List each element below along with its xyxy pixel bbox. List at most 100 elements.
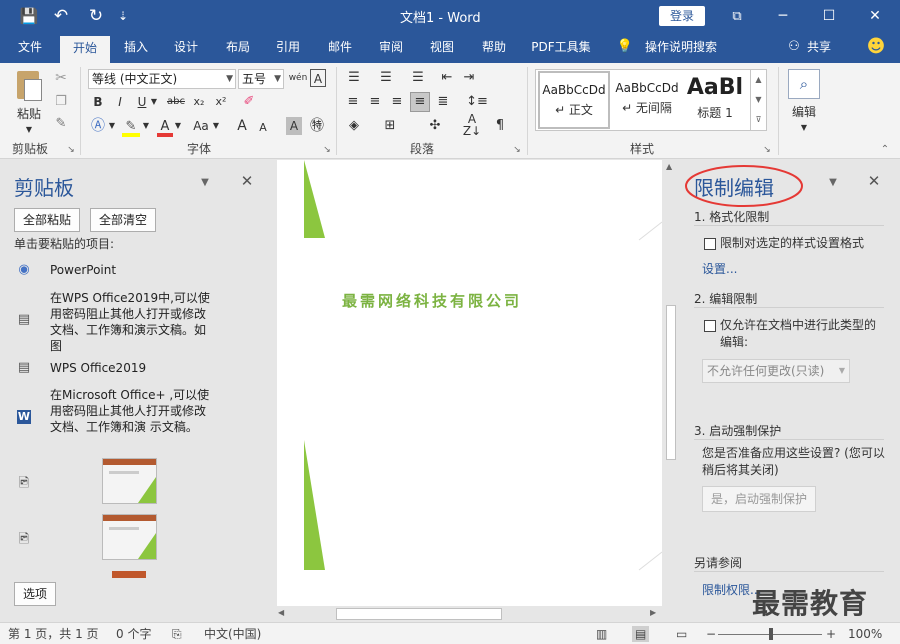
bullets-icon[interactable]: ☰ (344, 69, 364, 87)
tab-design[interactable]: 设计 (166, 33, 206, 63)
font-color-dropdown-icon[interactable]: ▼ (174, 117, 182, 135)
copy-icon[interactable]: ❐ (52, 93, 70, 111)
align-right-icon[interactable]: ≡ (388, 93, 406, 111)
editing-restriction-checkbox[interactable] (704, 320, 716, 332)
paste-all-button[interactable]: 全部粘贴 (14, 208, 80, 232)
tab-insert[interactable]: 插入 (116, 33, 156, 63)
clipboard-image-thumbnail[interactable] (102, 458, 157, 504)
paste-dropdown-icon[interactable]: ▼ (24, 121, 34, 139)
styles-scroll[interactable]: ▲ ▼ ⊽ (750, 70, 766, 130)
align-left-icon[interactable]: ≡ (344, 93, 362, 111)
word-count[interactable]: 0 个字 (116, 626, 151, 642)
shading-icon[interactable]: ◈ (344, 117, 364, 135)
language-indicator[interactable]: 中文(中国) (204, 626, 261, 642)
restrict-pane-close-icon[interactable]: ✕ (866, 172, 882, 190)
undo-icon[interactable]: ↶ (50, 6, 72, 26)
italic-button[interactable]: I (112, 93, 128, 111)
font-size-combo[interactable]: 五号 ▼ (238, 69, 284, 89)
zoom-in-button[interactable]: + (826, 626, 836, 642)
bold-button[interactable]: B (90, 93, 106, 111)
clipboard-image-fragment[interactable] (112, 571, 146, 578)
decrease-indent-icon[interactable]: ⇤ (438, 69, 456, 87)
document-company-text[interactable]: 最需网络科技有限公司 (342, 290, 522, 311)
paragraph-launcher-icon[interactable]: ↘ (512, 141, 522, 159)
collapse-ribbon-icon[interactable]: ⌃ (878, 141, 892, 159)
paste-icon[interactable] (14, 69, 44, 103)
clipboard-pane-close-icon[interactable]: ✕ (238, 172, 256, 190)
clipboard-item[interactable]: 在Microsoft Office+ ,可以使用密码阻止其他人打开或修改文档、工… (50, 387, 215, 435)
clipboard-launcher-icon[interactable]: ↘ (66, 141, 76, 159)
clear-formatting-icon[interactable]: ✐ (240, 93, 258, 111)
vertical-scrollbar[interactable]: ▲ (664, 160, 678, 606)
redo-icon[interactable]: ↻ (85, 6, 107, 26)
web-layout-icon[interactable]: ▭ (676, 626, 687, 642)
subscript-button[interactable]: x₂ (190, 93, 208, 111)
document-page[interactable]: 最需网络科技有限公司 (277, 160, 662, 606)
quick-access-customize-icon[interactable]: ⇣ (114, 6, 132, 26)
close-icon[interactable]: ✕ (852, 0, 898, 33)
font-color-icon[interactable]: A (156, 117, 174, 137)
shrink-font-button[interactable]: A (256, 119, 270, 137)
tell-me-search[interactable]: 操作说明搜索 (640, 33, 722, 63)
login-button[interactable]: 登录 (659, 6, 705, 26)
grow-font-button[interactable]: A (234, 117, 250, 135)
save-icon[interactable]: 💾 (18, 6, 40, 26)
style-normal[interactable]: AaBbCcDd ↵ 正文 (538, 71, 610, 129)
char-shading-icon[interactable]: A (286, 117, 302, 135)
editing-type-select[interactable]: 不允许任何更改(只读) ▼ (702, 359, 850, 383)
clipboard-item[interactable]: WPS Office2019 (50, 360, 215, 376)
font-launcher-icon[interactable]: ↘ (322, 141, 332, 159)
zoom-slider-thumb[interactable] (769, 628, 773, 640)
tab-home[interactable]: 开始 (60, 36, 110, 63)
page-count[interactable]: 第 1 页，共 1 页 (8, 626, 99, 642)
formatting-restriction-checkbox[interactable] (704, 238, 716, 250)
text-effects-icon[interactable]: Ⓐ (88, 117, 108, 135)
clipboard-image-thumbnail[interactable] (102, 514, 157, 560)
highlight-dropdown-icon[interactable]: ▼ (142, 117, 150, 135)
change-case-dropdown-icon[interactable]: ▼ (212, 117, 220, 135)
options-button[interactable]: 选项 (14, 582, 56, 606)
find-icon[interactable]: ⌕ (788, 69, 820, 99)
highlight-color-icon[interactable]: ✎ (120, 117, 142, 137)
clipboard-item[interactable]: 在WPS Office2019中,可以使用密码阻止其他人打开或修改文档、工作簿和… (50, 290, 215, 354)
settings-link[interactable]: 设置... (702, 261, 737, 278)
vertical-scroll-thumb[interactable] (666, 305, 676, 460)
editing-dropdown-icon[interactable]: ▼ (799, 119, 809, 137)
show-marks-icon[interactable]: ¶ (492, 117, 508, 135)
sort-icon[interactable]: A Z↓ (462, 113, 482, 137)
increase-indent-icon[interactable]: ⇥ (460, 69, 478, 87)
change-case-button[interactable]: Aa (190, 117, 212, 135)
distributed-icon[interactable]: ≣ (434, 93, 452, 111)
horizontal-scrollbar[interactable]: ◀ ▶ (272, 606, 680, 622)
tab-help[interactable]: 帮助 (474, 33, 514, 63)
phonetic-guide-icon[interactable]: wén (288, 69, 308, 87)
clipboard-item[interactable]: PowerPoint (50, 262, 215, 278)
smiley-icon[interactable]: ☻ (864, 33, 888, 63)
borders-icon[interactable]: ⊞ (380, 117, 400, 135)
enclose-chars-icon[interactable]: ㊕ (308, 117, 326, 135)
underline-button[interactable]: U (134, 93, 150, 111)
tab-pdf-tools[interactable]: PDF工具集 (528, 33, 594, 63)
char-border-icon[interactable]: A (310, 69, 326, 87)
format-painter-icon[interactable]: ✎ (52, 115, 70, 133)
chinese-layout-icon[interactable]: ✣ (424, 117, 446, 135)
scroll-up-icon[interactable]: ▲ (666, 162, 672, 171)
line-spacing-icon[interactable]: ↕≡ (464, 93, 490, 111)
proofing-icon[interactable]: ⎘ (172, 626, 182, 642)
tab-view[interactable]: 视图 (422, 33, 462, 63)
print-layout-icon[interactable]: ▤ (632, 626, 650, 642)
read-mode-icon[interactable]: ▥ (596, 626, 607, 642)
cut-icon[interactable]: ✂ (52, 69, 70, 87)
ribbon-display-options-icon[interactable]: ⧉ (714, 0, 760, 33)
tab-mailings[interactable]: 邮件 (320, 33, 360, 63)
scroll-right-icon[interactable]: ▶ (650, 608, 656, 617)
maximize-icon[interactable]: ☐ (806, 0, 852, 33)
zoom-level[interactable]: 100% (848, 626, 882, 642)
style-heading-1[interactable]: AaBl 标题 1 (682, 71, 748, 129)
share-button[interactable]: 共享 (804, 33, 834, 63)
text-effects-dropdown-icon[interactable]: ▼ (108, 117, 116, 135)
style-no-spacing[interactable]: AaBbCcDd ↵ 无间隔 (611, 71, 683, 129)
superscript-button[interactable]: x² (212, 93, 230, 111)
tab-file[interactable]: 文件 (8, 33, 52, 63)
tab-review[interactable]: 审阅 (371, 33, 411, 63)
